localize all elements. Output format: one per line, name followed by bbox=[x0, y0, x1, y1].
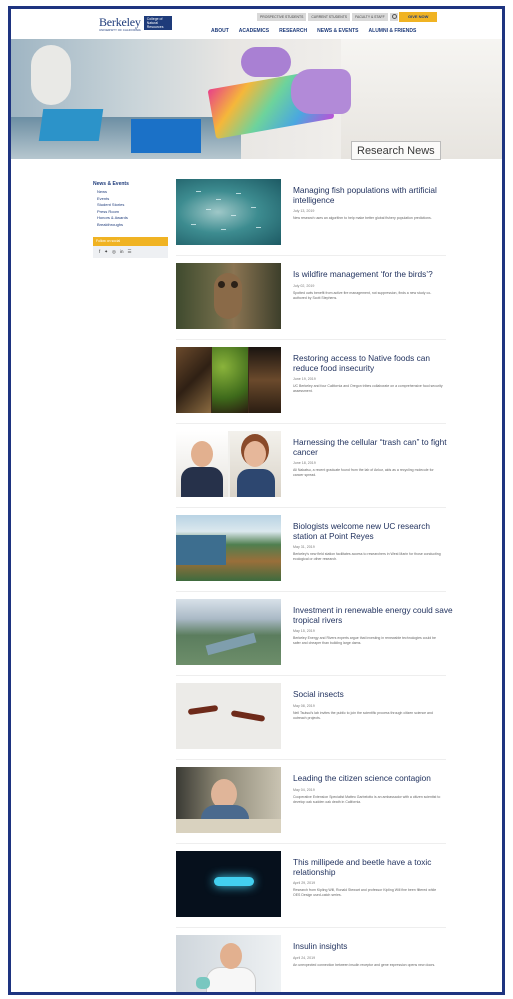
sidebar-item-breakthroughs[interactable]: Breakthroughs bbox=[93, 222, 168, 229]
hero-blue-box-2 bbox=[131, 119, 201, 153]
logo-college-box: College of Natural Resources bbox=[143, 15, 172, 30]
article-item[interactable]: Leading the citizen science contagion Ma… bbox=[176, 767, 446, 844]
article-item[interactable]: Harnessing the cellular “trash can” to f… bbox=[176, 431, 447, 508]
instagram-icon[interactable]: ◎ bbox=[112, 249, 116, 255]
rss-icon[interactable]: ☰ bbox=[128, 249, 132, 255]
sidebar-item-news[interactable]: News bbox=[93, 189, 168, 196]
nav-research[interactable]: RESEARCH bbox=[279, 28, 307, 34]
social-label: Follow on social bbox=[93, 236, 168, 246]
article-title[interactable]: Investment in renewable energy could sav… bbox=[293, 605, 453, 625]
article-date: June 19, 2019 bbox=[293, 377, 316, 381]
page-frame: Berkeley College of Natural Resources UN… bbox=[8, 6, 505, 995]
hero-glove-right bbox=[291, 69, 351, 114]
divider bbox=[176, 423, 446, 424]
sidebar: News & Events News Events Student Storie… bbox=[93, 181, 168, 258]
divider bbox=[176, 339, 446, 340]
nav-about[interactable]: ABOUT bbox=[211, 28, 229, 34]
facebook-icon[interactable]: f bbox=[99, 249, 100, 254]
site-header: Berkeley College of Natural Resources UN… bbox=[11, 9, 502, 39]
article-thumbnail-fish[interactable] bbox=[176, 179, 281, 245]
article-description: An unexpected connection between insulin… bbox=[293, 963, 436, 967]
social-box: Follow on social f ✦ ◎ in ☰ bbox=[93, 236, 168, 258]
article-title[interactable]: Is wildfire management ‘for the birds’? bbox=[293, 269, 453, 279]
article-date: July 02, 2019 bbox=[293, 284, 315, 288]
article-description: UC Berkeley and four California and Oreg… bbox=[293, 384, 443, 393]
divider bbox=[176, 843, 446, 844]
article-date: June 18, 2019 bbox=[293, 461, 316, 465]
article-description: Berkeley Energy and Rivers experts argue… bbox=[293, 636, 437, 645]
article-title[interactable]: Insulin insights bbox=[293, 941, 453, 951]
sidebar-item-student-stories[interactable]: Student Stories bbox=[93, 202, 168, 209]
search-icon[interactable] bbox=[389, 13, 398, 21]
article-thumbnail-researchers[interactable] bbox=[176, 431, 281, 497]
divider bbox=[176, 675, 446, 676]
article-thumbnail-insulin[interactable] bbox=[176, 935, 281, 992]
divider bbox=[176, 591, 446, 592]
article-title[interactable]: Leading the citizen science contagion bbox=[293, 773, 453, 783]
divider bbox=[176, 255, 446, 256]
article-item[interactable]: This millipede and beetle have a toxic r… bbox=[176, 851, 446, 928]
berkeley-logo[interactable]: Berkeley College of Natural Resources UN… bbox=[99, 15, 172, 32]
nav-academics[interactable]: ACADEMICS bbox=[239, 28, 269, 34]
article-item[interactable]: Restoring access to Native foods can red… bbox=[176, 347, 446, 424]
utility-links: PROSPECTIVE STUDENTS CURRENT STUDENTS FA… bbox=[257, 13, 398, 21]
give-now-button[interactable]: GIVE NOW bbox=[399, 12, 438, 22]
article-date: May 08, 2019 bbox=[293, 704, 315, 708]
article-title[interactable]: This millipede and beetle have a toxic r… bbox=[293, 857, 453, 877]
logo-subtitle: UNIVERSITY OF CALIFORNIA bbox=[99, 28, 141, 32]
article-date: May 04, 2019 bbox=[293, 788, 315, 792]
article-date: July 13, 2019 bbox=[293, 209, 315, 213]
article-description: Spotted owls benefit from active fire ma… bbox=[293, 291, 432, 300]
divider bbox=[176, 759, 446, 760]
sidebar-item-honors-awards[interactable]: Honors & Awards bbox=[93, 215, 168, 222]
main-nav: ABOUT ACADEMICS RESEARCH NEWS & EVENTS A… bbox=[211, 28, 416, 34]
article-item[interactable]: Is wildfire management ‘for the birds’? … bbox=[176, 263, 446, 340]
article-item[interactable]: Social insects May 08, 2019 Neil Tsutsui… bbox=[176, 683, 446, 760]
article-thumbnail-millipede[interactable] bbox=[176, 851, 281, 917]
twitter-icon[interactable]: ✦ bbox=[104, 249, 108, 255]
article-title[interactable]: Harnessing the cellular “trash can” to f… bbox=[293, 437, 453, 457]
util-link-current[interactable]: CURRENT STUDENTS bbox=[308, 13, 351, 21]
hero-glove-left bbox=[241, 47, 291, 77]
article-thumbnail-ants[interactable] bbox=[176, 683, 281, 749]
article-title[interactable]: Biologists welcome new UC research stati… bbox=[293, 521, 453, 541]
article-description: Cooperative Extension Specialist Matteo … bbox=[293, 795, 441, 804]
article-title[interactable]: Managing fish populations with artificia… bbox=[293, 185, 453, 205]
hero-equipment bbox=[31, 45, 71, 105]
article-date: April 24, 2019 bbox=[293, 956, 316, 960]
article-item[interactable]: Investment in renewable energy could sav… bbox=[176, 599, 453, 676]
article-title[interactable]: Restoring access to Native foods can red… bbox=[293, 353, 453, 373]
divider bbox=[176, 507, 446, 508]
article-item[interactable]: Biologists welcome new UC research stati… bbox=[176, 515, 446, 592]
social-icons: f ✦ ◎ in ☰ bbox=[93, 245, 168, 258]
article-description: Neil Tsutsui's lab invites the public to… bbox=[293, 711, 433, 720]
article-item[interactable]: Managing fish populations with artificia… bbox=[176, 179, 446, 256]
sidebar-item-press-room[interactable]: Press Room bbox=[93, 209, 168, 216]
article-date: May 31, 2019 bbox=[293, 545, 315, 549]
article-thumbnail-owl[interactable] bbox=[176, 263, 281, 329]
util-link-faculty[interactable]: FACULTY & STAFF bbox=[352, 13, 388, 21]
sidebar-title[interactable]: News & Events bbox=[93, 181, 168, 187]
article-description: New research uses an algorithm to help m… bbox=[293, 216, 432, 220]
nav-alumni-friends[interactable]: ALUMNI & FRIENDS bbox=[369, 28, 417, 34]
divider bbox=[176, 927, 446, 928]
nav-news-events[interactable]: NEWS & EVENTS bbox=[317, 28, 358, 34]
article-thumbnail-point-reyes[interactable] bbox=[176, 515, 281, 581]
hero-title: Research News bbox=[351, 141, 441, 160]
sidebar-item-events[interactable]: Events bbox=[93, 196, 168, 203]
article-description: Berkeley's new field station facilitates… bbox=[293, 552, 441, 561]
article-title[interactable]: Social insects bbox=[293, 689, 453, 699]
hero-blue-box-1 bbox=[38, 109, 104, 141]
util-link-prospective[interactable]: PROSPECTIVE STUDENTS bbox=[257, 13, 307, 21]
linkedin-icon[interactable]: in bbox=[120, 249, 124, 254]
article-date: May 15, 2019 bbox=[293, 629, 315, 633]
article-thumbnail-tropical-river[interactable] bbox=[176, 599, 281, 665]
article-description: Research from Kipling Will, Ronald Stewa… bbox=[293, 888, 437, 897]
article-thumbnail-citizen-science[interactable] bbox=[176, 767, 281, 833]
article-item[interactable]: Insulin insights April 24, 2019 An unexp… bbox=[176, 935, 446, 992]
article-thumbnail-native-foods[interactable] bbox=[176, 347, 281, 413]
article-description: Ali Nakatsu, a recent graduate found fro… bbox=[293, 468, 434, 477]
article-date: April 29, 2019 bbox=[293, 881, 316, 885]
